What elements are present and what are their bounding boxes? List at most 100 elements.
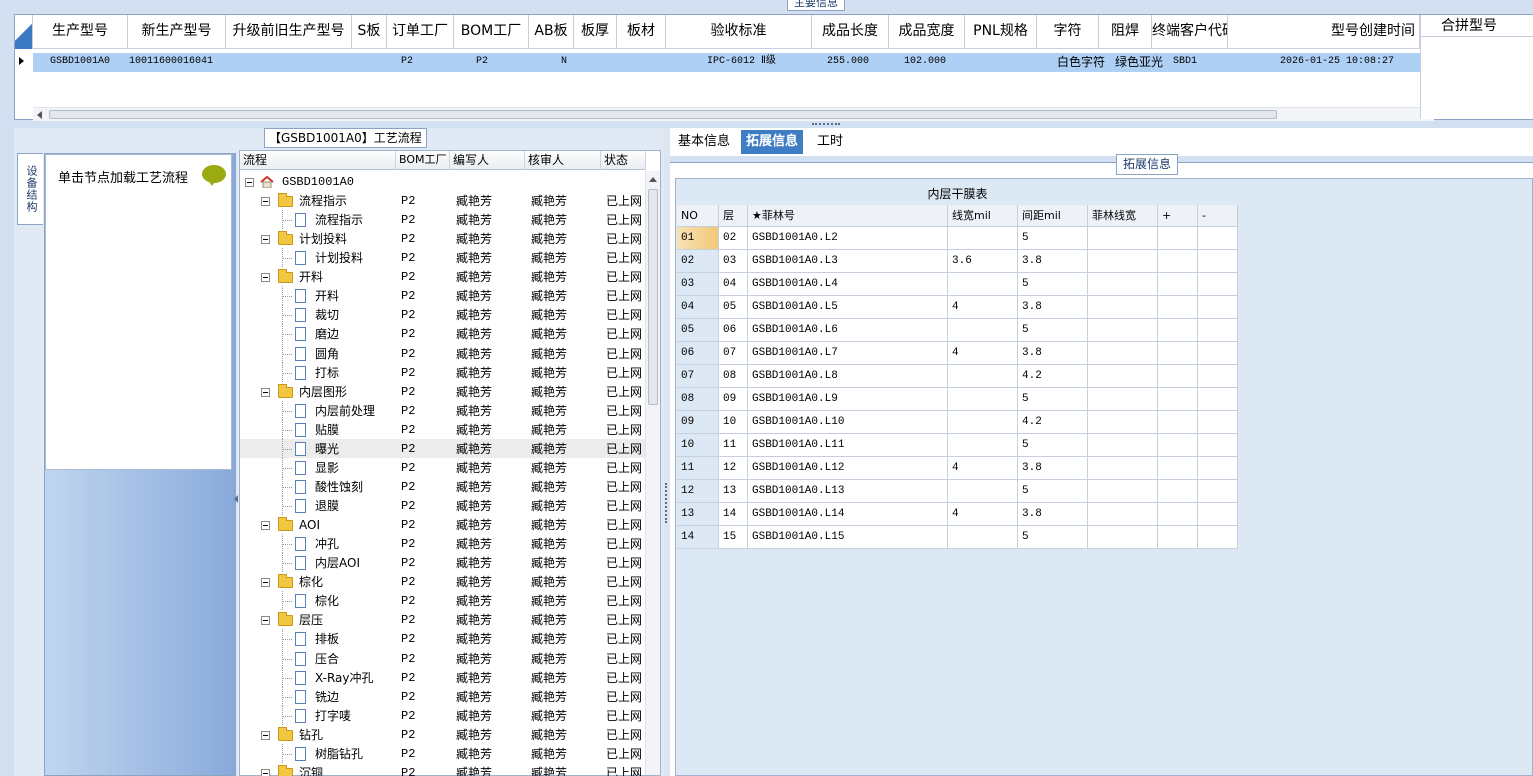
grid-col-header[interactable]: 间距mil xyxy=(1018,205,1088,227)
tree-vscrollbar[interactable] xyxy=(645,171,660,775)
collapse-toggle-icon[interactable] xyxy=(261,197,270,207)
tree-row[interactable]: 裁切 P2 臧艳芳 臧艳芳 已上网 xyxy=(240,305,646,325)
grid-cell-layer[interactable]: 07 xyxy=(719,342,748,365)
grid-cell-empty[interactable] xyxy=(1198,503,1238,526)
tree-node-label[interactable]: 打标 xyxy=(315,365,339,381)
main-col-header[interactable]: 成品宽度 xyxy=(889,15,965,49)
tree-row[interactable]: 磨边 P2 臧艳芳 臧艳芳 已上网 xyxy=(240,324,646,344)
main-col-header[interactable]: 阻焊 xyxy=(1099,15,1152,49)
grid-cell-empty[interactable] xyxy=(1158,365,1198,388)
grid-cell-layer[interactable]: 02 xyxy=(719,227,748,250)
grid-cell-linewidth[interactable]: 4 xyxy=(948,457,1018,480)
grid-cell-linewidth[interactable] xyxy=(948,411,1018,434)
tree-node-label[interactable]: 流程指示 xyxy=(315,212,363,228)
tree-node-label[interactable]: 退膜 xyxy=(315,498,339,514)
tree-node-label[interactable]: 酸性蚀刻 xyxy=(315,479,363,495)
tree-node-label[interactable]: 钻孔 xyxy=(299,727,323,743)
grid-cell-empty[interactable] xyxy=(1088,411,1158,434)
scroll-left-icon[interactable] xyxy=(37,111,42,119)
main-col-header[interactable]: 终端客户代码 xyxy=(1152,15,1228,49)
tree-row[interactable]: 内层图形 P2 臧艳芳 臧艳芳 已上网 xyxy=(240,382,646,401)
grid-cell-empty[interactable] xyxy=(1158,526,1198,549)
grid-cell-empty[interactable] xyxy=(1158,434,1198,457)
grid-cell-empty[interactable] xyxy=(1158,250,1198,273)
grid-cell-empty[interactable] xyxy=(1198,250,1238,273)
grid-col-header[interactable]: ★菲林号 xyxy=(748,205,948,227)
collapse-toggle-icon[interactable] xyxy=(261,578,270,588)
top-splitter-grip[interactable] xyxy=(812,123,840,126)
main-col-header[interactable]: 订单工厂 xyxy=(387,15,454,49)
tree-row[interactable]: 冲孔 P2 臧艳芳 臧艳芳 已上网 xyxy=(240,534,646,554)
grid-cell-linewidth[interactable]: 4 xyxy=(948,296,1018,319)
grid-cell-empty[interactable] xyxy=(1198,273,1238,296)
main-col-header[interactable]: AB板 xyxy=(529,15,574,49)
grid-cell-no[interactable]: 13 xyxy=(677,503,719,526)
grid-cell-layer[interactable]: 15 xyxy=(719,526,748,549)
tree-row[interactable]: 流程指示 P2 臧艳芳 臧艳芳 已上网 xyxy=(240,191,646,210)
tree-node-label[interactable]: 棕化 xyxy=(315,593,339,609)
tree-col-header[interactable]: 状态 xyxy=(601,151,646,170)
tree-node-label[interactable]: 内层图形 xyxy=(299,384,347,400)
grid-cell-linewidth[interactable]: 3.6 xyxy=(948,250,1018,273)
tree-row[interactable]: GSBD1001A0 xyxy=(240,172,646,191)
grid-cell-layer[interactable]: 08 xyxy=(719,365,748,388)
main-col-header[interactable]: PNL规格 xyxy=(965,15,1037,49)
grid-cell-empty[interactable] xyxy=(1158,227,1198,250)
tree-row[interactable]: X-Ray冲孔 P2 臧艳芳 臧艳芳 已上网 xyxy=(240,667,646,687)
grid-cell-layer[interactable]: 11 xyxy=(719,434,748,457)
grid-cell-linewidth[interactable] xyxy=(948,388,1018,411)
main-col-header[interactable]: 新生产型号 xyxy=(128,15,226,49)
main-col-header[interactable]: 升级前旧生产型号 xyxy=(226,15,352,49)
grid-cell-empty[interactable] xyxy=(1088,296,1158,319)
tree-node-label[interactable]: 曝光 xyxy=(315,441,339,457)
grid-cell-spacing[interactable]: 5 xyxy=(1018,434,1088,457)
grid-cell-spacing[interactable]: 3.8 xyxy=(1018,457,1088,480)
tree-row[interactable]: 棕化 P2 臧艳芳 臧艳芳 已上网 xyxy=(240,591,646,611)
tree-row[interactable]: 贴膜 P2 臧艳芳 臧艳芳 已上网 xyxy=(240,419,646,439)
grid-cell-spacing[interactable]: 3.8 xyxy=(1018,342,1088,365)
tree-row[interactable]: 内层AOI P2 臧艳芳 臧艳芳 已上网 xyxy=(240,553,646,573)
grid-cell-film[interactable]: GSBD1001A0.L15 xyxy=(748,526,948,549)
side-tab-equipment[interactable]: 设备结构 xyxy=(17,153,43,225)
tree-row[interactable]: 开料 P2 臧艳芳 臧艳芳 已上网 xyxy=(240,286,646,306)
tree-node-label[interactable]: 开料 xyxy=(315,288,339,304)
tree-node-label[interactable]: 显影 xyxy=(315,460,339,476)
hscroll-thumb[interactable] xyxy=(49,110,1277,119)
grid-cell-empty[interactable] xyxy=(1198,365,1238,388)
tree-row[interactable]: 排板 P2 臧艳芳 臧艳芳 已上网 xyxy=(240,629,646,649)
grid-cell-empty[interactable] xyxy=(1088,273,1158,296)
grid-cell-film[interactable]: GSBD1001A0.L2 xyxy=(748,227,948,250)
grid-cell-empty[interactable] xyxy=(1198,434,1238,457)
grid-cell-empty[interactable] xyxy=(1158,480,1198,503)
grid-cell-film[interactable]: GSBD1001A0.L8 xyxy=(748,365,948,388)
tab-basic[interactable]: 基本信息 xyxy=(673,130,735,154)
tree-node-label[interactable]: 排板 xyxy=(315,631,339,647)
collapse-toggle-icon[interactable] xyxy=(261,521,270,531)
tree-node-label[interactable]: AOI xyxy=(299,517,320,533)
main-cell-char[interactable]: 白色字符 xyxy=(1057,53,1105,71)
grid-cell-empty[interactable] xyxy=(1198,296,1238,319)
tree-row[interactable]: 圆角 P2 臧艳芳 臧艳芳 已上网 xyxy=(240,343,646,363)
scroll-up-icon[interactable] xyxy=(649,177,657,182)
grid-cell-spacing[interactable]: 5 xyxy=(1018,227,1088,250)
tree-node-label[interactable]: 棕化 xyxy=(299,574,323,590)
grid-cell-film[interactable]: GSBD1001A0.L9 xyxy=(748,388,948,411)
grid-cell-empty[interactable] xyxy=(1158,388,1198,411)
splitter-grip[interactable] xyxy=(665,483,668,523)
collapse-left-icon[interactable] xyxy=(234,495,238,503)
tree-row[interactable]: 显影 P2 臧艳芳 臧艳芳 已上网 xyxy=(240,457,646,477)
main-cell-mask[interactable]: 绿色亚光 xyxy=(1115,53,1163,71)
grid-cell-film[interactable]: GSBD1001A0.L7 xyxy=(748,342,948,365)
grid-cell-linewidth[interactable]: 4 xyxy=(948,342,1018,365)
grid-cell-empty[interactable] xyxy=(1088,227,1158,250)
main-cell-length[interactable]: 255.000 xyxy=(827,53,869,71)
grid-cell-layer[interactable]: 09 xyxy=(719,388,748,411)
tree-row[interactable]: 棕化 P2 臧艳芳 臧艳芳 已上网 xyxy=(240,572,646,591)
grid-cell-film[interactable]: GSBD1001A0.L10 xyxy=(748,411,948,434)
collapse-toggle-icon[interactable] xyxy=(261,768,270,776)
grid-cell-no[interactable]: 08 xyxy=(677,388,719,411)
tree-row[interactable]: 退膜 P2 臧艳芳 臧艳芳 已上网 xyxy=(240,496,646,516)
grid-cell-linewidth[interactable] xyxy=(948,227,1018,250)
grid-cell-spacing[interactable]: 4.2 xyxy=(1018,365,1088,388)
grid-cell-no[interactable]: 11 xyxy=(677,457,719,480)
